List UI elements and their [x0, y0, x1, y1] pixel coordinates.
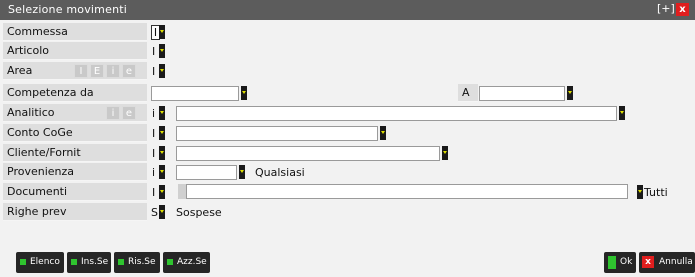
cliente-fornit-input-dropdown-icon[interactable]	[442, 146, 448, 160]
annulla-x-icon: x	[642, 256, 654, 268]
documenti-input-dropdown-icon[interactable]	[637, 185, 643, 199]
provenienza-value-text: Qualsiasi	[255, 166, 305, 179]
conto-coge-dropdown-icon[interactable]	[159, 126, 165, 140]
competenza-da-input[interactable]	[151, 86, 239, 101]
competenza-a-label: A	[458, 84, 478, 102]
ris-sel-button[interactable]: Ris.Se	[114, 252, 160, 273]
area-select[interactable]: I	[152, 64, 155, 79]
area-toggle-e[interactable]: e	[122, 64, 136, 78]
documenti-select[interactable]: I	[152, 185, 155, 200]
provenienza-combo[interactable]	[176, 165, 237, 180]
ins-sel-button-label: Ins.Se	[81, 257, 109, 267]
ris-sel-green-icon	[118, 259, 124, 265]
documenti-label: Documenti	[3, 183, 147, 201]
ok-button[interactable]: Ok	[604, 252, 636, 273]
azz-sel-button[interactable]: Azz.Se	[163, 252, 210, 273]
righe-prev-value-text: Sospese	[176, 206, 222, 219]
cliente-fornit-label: Cliente/Fornit	[3, 144, 147, 162]
righe-prev-select[interactable]: S	[151, 205, 158, 220]
conto-coge-label: Conto CoGe	[3, 124, 147, 142]
competenza-da-dropdown-icon[interactable]	[241, 86, 247, 100]
close-button[interactable]: x	[676, 3, 689, 16]
analitico-toggle-i[interactable]: i	[106, 106, 120, 120]
ok-green-icon	[608, 256, 616, 269]
analitico-input[interactable]	[176, 106, 617, 121]
competenza-a-input[interactable]	[479, 86, 565, 101]
conto-coge-select[interactable]: I	[152, 126, 155, 141]
area-dropdown-icon[interactable]	[159, 64, 165, 78]
analitico-select[interactable]: i	[152, 106, 155, 121]
area-toggle-i[interactable]: i	[106, 64, 120, 78]
analitico-input-dropdown-icon[interactable]	[619, 106, 625, 120]
competenza-label: Competenza da	[3, 84, 147, 102]
elenco-button-label: Elenco	[30, 257, 60, 267]
cliente-fornit-input[interactable]	[176, 146, 440, 161]
ins-sel-button[interactable]: Ins.Se	[67, 252, 111, 273]
area-toggle-E[interactable]: E	[90, 64, 104, 78]
provenienza-dropdown-icon[interactable]	[159, 165, 165, 179]
righe-prev-label: Righe prev	[3, 203, 147, 221]
conto-coge-input[interactable]	[176, 126, 378, 141]
area-toggle-I[interactable]: I	[74, 64, 88, 78]
azz-sel-green-icon	[167, 259, 173, 265]
annulla-button-label: Annulla	[659, 257, 693, 267]
selection-window: Selezione movimenti [+] x Commessa I Art…	[0, 0, 695, 277]
provenienza-select[interactable]: i	[152, 165, 155, 180]
annulla-button[interactable]: x Annulla	[639, 252, 695, 273]
window-title: Selezione movimenti	[8, 3, 128, 16]
righe-prev-dropdown-icon[interactable]	[159, 205, 165, 219]
cliente-fornit-select[interactable]: I	[152, 146, 155, 161]
conto-coge-input-dropdown-icon[interactable]	[380, 126, 386, 140]
azz-sel-button-label: Azz.Se	[177, 257, 207, 267]
commessa-label: Commessa	[3, 23, 147, 41]
title-bar: Selezione movimenti [+] x	[0, 0, 695, 20]
analitico-dropdown-icon[interactable]	[159, 106, 165, 120]
articolo-dropdown-icon[interactable]	[159, 44, 165, 58]
articolo-select[interactable]: I	[152, 44, 155, 59]
documenti-dropdown-icon[interactable]	[159, 185, 165, 199]
documenti-value-text: Tutti	[644, 186, 668, 199]
commessa-dropdown-icon[interactable]	[159, 25, 165, 39]
ris-sel-button-label: Ris.Se	[128, 257, 156, 267]
provenienza-label: Provenienza	[3, 163, 147, 181]
competenza-a-dropdown-icon[interactable]	[567, 86, 573, 100]
elenco-button[interactable]: Elenco	[16, 252, 64, 273]
cliente-fornit-dropdown-icon[interactable]	[159, 146, 165, 160]
documenti-indicator	[178, 184, 186, 199]
analitico-toggle-e[interactable]: e	[122, 106, 136, 120]
ok-button-label: Ok	[620, 257, 633, 267]
documenti-input[interactable]	[186, 184, 628, 199]
ins-sel-green-icon	[71, 259, 77, 265]
provenienza-combo-dropdown-icon[interactable]	[239, 165, 245, 179]
maximize-button[interactable]: [+]	[657, 2, 675, 16]
elenco-green-icon	[20, 259, 26, 265]
articolo-label: Articolo	[3, 42, 147, 60]
